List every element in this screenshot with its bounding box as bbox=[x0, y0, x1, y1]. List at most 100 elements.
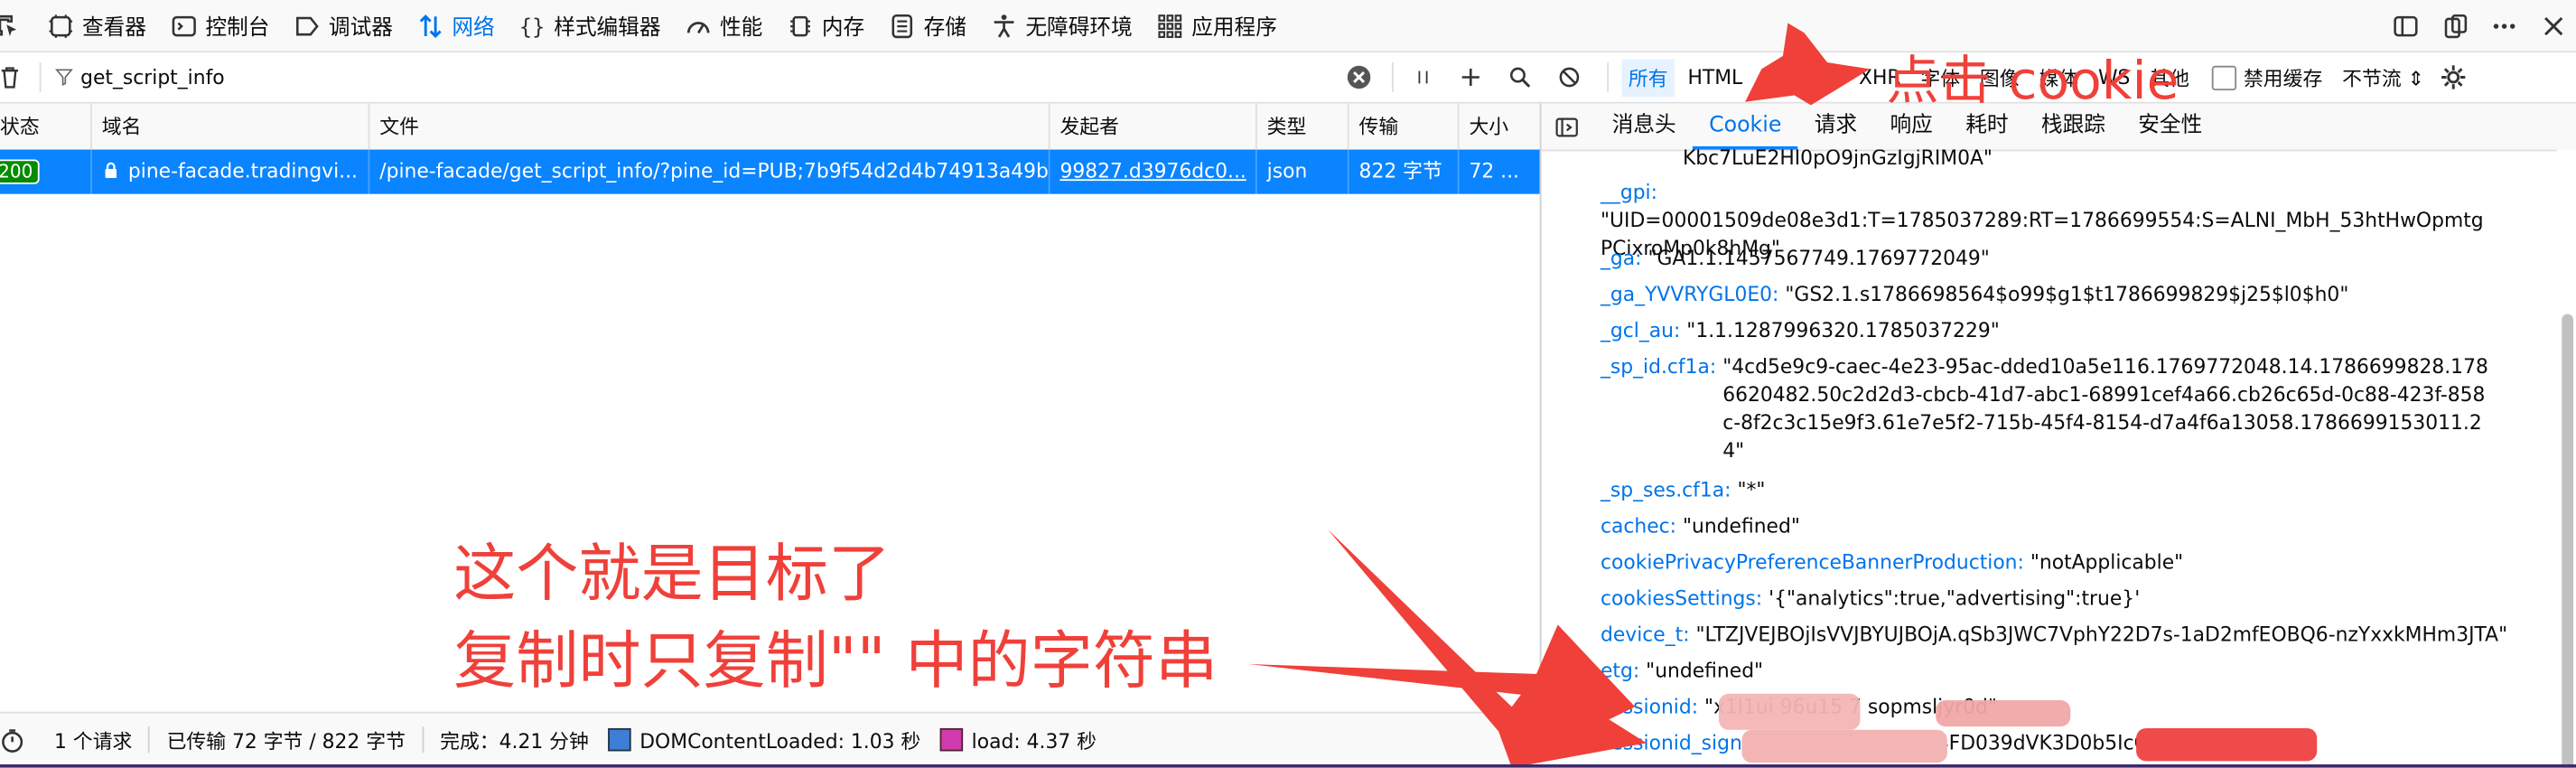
clear-filter-icon[interactable] bbox=[1346, 64, 1372, 90]
type-filter-all[interactable]: 所有 bbox=[1621, 58, 1675, 97]
cookie-row[interactable]: _sp_ses.cf1a: "*" bbox=[1601, 477, 2541, 505]
cookie-value: "GS2.1.s1786698564$o99$g1$t1786699829$j2… bbox=[1785, 282, 2349, 306]
window-bottom-edge bbox=[0, 763, 2576, 768]
cookie-key: etg bbox=[1600, 659, 1633, 683]
redaction-mark bbox=[2136, 727, 2318, 762]
cookie-key: _ga bbox=[1600, 246, 1636, 270]
pause-icon[interactable] bbox=[1414, 68, 1433, 88]
cookie-row[interactable]: _gcl_au: "1.1.1287996320.1785037229" bbox=[1601, 317, 2541, 345]
disable-cache-checkbox[interactable] bbox=[2212, 64, 2237, 90]
filter-icon bbox=[55, 69, 73, 87]
header-size[interactable]: 大小 bbox=[1460, 104, 1540, 150]
cookie-row[interactable]: _sp_id.cf1a: "4cd5e9c9-caec-4e23-95ac-dd… bbox=[1601, 353, 2541, 465]
cookie-row[interactable]: cookiePrivacyPreferenceBannerProduction:… bbox=[1601, 549, 2541, 577]
tab-style-editor[interactable]: {} 样式编辑器 bbox=[509, 0, 676, 51]
search-icon[interactable] bbox=[1508, 66, 1531, 89]
devtools-toolbar: 查看器 控制台 调试器 网络 {} 样式编辑器 性能 内存 存储 无障碍环境 应… bbox=[0, 0, 2576, 53]
settings-gear-icon[interactable] bbox=[2441, 64, 2467, 90]
cookie-value: "undefined" bbox=[1646, 659, 1764, 683]
responsive-design-icon[interactable] bbox=[2393, 13, 2419, 39]
cookie-value: "*" bbox=[1737, 478, 1766, 501]
cookie-key: sessionid bbox=[1600, 695, 1692, 719]
tab-inspector[interactable]: 查看器 bbox=[38, 0, 161, 51]
scrollbar-thumb[interactable] bbox=[2562, 314, 2574, 768]
header-status[interactable]: 状态 bbox=[0, 103, 92, 150]
load-time: load: 4.37 秒 bbox=[971, 728, 1097, 753]
tab-memory[interactable]: 内存 bbox=[778, 0, 880, 51]
annotation-target-line2: 复制时只复制"" 中的字符串 bbox=[453, 624, 1218, 698]
tab-inspector-label: 查看器 bbox=[81, 16, 146, 42]
type-filter-html[interactable]: HTML bbox=[1687, 66, 1742, 89]
cookie-row[interactable]: _ga: "GA1.1.1457567749.1769772049" bbox=[1601, 245, 2541, 273]
toggle-sidebar-icon[interactable] bbox=[1554, 114, 1579, 138]
type-filter-css[interactable]: CSS bbox=[1762, 66, 1801, 89]
cell-status: 200 bbox=[0, 149, 92, 194]
lock-icon bbox=[105, 162, 117, 179]
redaction-mark bbox=[1741, 729, 1947, 763]
header-domain[interactable]: 域名 bbox=[92, 103, 370, 150]
throttle-select[interactable]: 不节流 ⇕ bbox=[2342, 63, 2424, 91]
type-filter-js[interactable]: JS bbox=[1821, 66, 1839, 89]
header-type[interactable]: 类型 bbox=[1257, 103, 1349, 150]
status-badge: 200 bbox=[0, 159, 40, 184]
tab-accessibility[interactable]: 无障碍环境 bbox=[981, 0, 1147, 51]
header-initiator[interactable]: 发起者 bbox=[1050, 103, 1257, 150]
cell-domain: pine-facade.tradingvi... bbox=[92, 149, 370, 194]
cookie-key: _sp_id.cf1a bbox=[1600, 354, 1710, 379]
cell-file: /pine-facade/get_script_info/?pine_id=PU… bbox=[369, 149, 1050, 194]
more-icon[interactable] bbox=[2491, 13, 2517, 39]
cookie-value: '{"analytics":true,"advertising":true}' bbox=[1769, 586, 2141, 610]
header-file[interactable]: 文件 bbox=[369, 103, 1050, 150]
add-icon[interactable] bbox=[1460, 66, 1482, 89]
tab-request[interactable]: 请求 bbox=[1798, 104, 1874, 150]
cookie-key: cookiesSettings bbox=[1600, 586, 1756, 610]
tab-headers[interactable]: 消息头 bbox=[1596, 104, 1693, 150]
table-row[interactable]: 200 pine-facade.tradingvi... /pine-facad… bbox=[0, 149, 1540, 194]
header-transferred[interactable]: 传输 bbox=[1349, 103, 1460, 150]
cookie-value: "notApplicable" bbox=[2030, 550, 2184, 574]
tab-application[interactable]: 应用程序 bbox=[1147, 0, 1292, 51]
scrollbar[interactable] bbox=[2556, 149, 2576, 768]
cookie-key: device_t bbox=[1600, 623, 1684, 646]
tab-debugger-label: 调试器 bbox=[328, 16, 393, 42]
cookie-row[interactable]: device_t: "LTZJVEJBOjIsVVJBYUJBOjA.qSb3J… bbox=[1601, 622, 2541, 650]
cookie-row[interactable]: cachec: "undefined" bbox=[1601, 513, 2541, 541]
storage-icon bbox=[891, 14, 913, 38]
cookie-key: cookiePrivacyPreferenceBannerProduction bbox=[1600, 550, 2018, 574]
tab-console-label: 控制台 bbox=[205, 16, 270, 42]
accessibility-icon bbox=[994, 14, 1014, 37]
svg-text:{}: {} bbox=[519, 14, 545, 38]
cookie-value: "LTZJVEJBOjIsVVJBYUJBOjA.qSb3JWC7VphY22D… bbox=[1695, 623, 2508, 646]
dcl-time: DOMContentLoaded: 1.03 秒 bbox=[639, 728, 921, 753]
tab-debugger[interactable]: 调试器 bbox=[285, 0, 407, 51]
filter-bar: get_script_info 所有 HTML CSS JS XHR 字体 图像… bbox=[0, 52, 2576, 104]
tab-cookie[interactable]: Cookie bbox=[1692, 104, 1798, 150]
devtools-window: 查看器 控制台 调试器 网络 {} 样式编辑器 性能 内存 存储 无障碍环境 应… bbox=[0, 0, 2576, 768]
tab-network[interactable]: 网络 bbox=[407, 0, 509, 51]
clear-requests-icon[interactable] bbox=[0, 64, 23, 90]
dock-icon[interactable] bbox=[2441, 13, 2468, 39]
cookie-key: cachec bbox=[1600, 514, 1670, 538]
pick-element-button[interactable] bbox=[0, 0, 38, 51]
cell-transferred: 822 字节 bbox=[1349, 149, 1460, 194]
annotation-target-line1: 这个就是目标了 bbox=[453, 537, 891, 610]
filter-input[interactable]: get_script_info bbox=[80, 66, 1346, 89]
transferred-summary: 已传输 72 字节 / 822 字节 bbox=[166, 728, 406, 753]
cookie-row[interactable]: etg: "undefined" bbox=[1601, 658, 2541, 686]
cookie-key: __gpi bbox=[1600, 181, 1651, 204]
request-count: 1 个请求 bbox=[54, 728, 133, 753]
timer-icon bbox=[2, 728, 23, 752]
cookie-row[interactable]: Kbc7LuE2HI0pO9jnGzIgjRIM0A" bbox=[1683, 150, 2541, 173]
cookie-value: Kbc7LuE2HI0pO9jnGzIgjRIM0A" bbox=[1682, 149, 1993, 170]
cell-initiator[interactable]: 99827.d3976dc0... bbox=[1050, 149, 1257, 194]
close-icon[interactable] bbox=[2541, 13, 2567, 39]
cookie-row[interactable]: _ga_YVVRYGL0E0: "GS2.1.s1786698564$o99$g… bbox=[1601, 281, 2541, 309]
block-icon[interactable] bbox=[1558, 66, 1581, 89]
pick-element-icon bbox=[0, 14, 17, 36]
tab-storage[interactable]: 存储 bbox=[880, 0, 982, 51]
details-panel: 消息头 Cookie 请求 响应 耗时 栈跟踪 安全性 Kbc7LuE2HI0p… bbox=[1541, 103, 2576, 768]
tab-performance[interactable]: 性能 bbox=[676, 0, 778, 51]
tab-console[interactable]: 控制台 bbox=[161, 0, 284, 51]
finish-time: 完成：4.21 分钟 bbox=[440, 728, 589, 753]
cookie-row[interactable]: cookiesSettings: '{"analytics":true,"adv… bbox=[1601, 585, 2541, 613]
